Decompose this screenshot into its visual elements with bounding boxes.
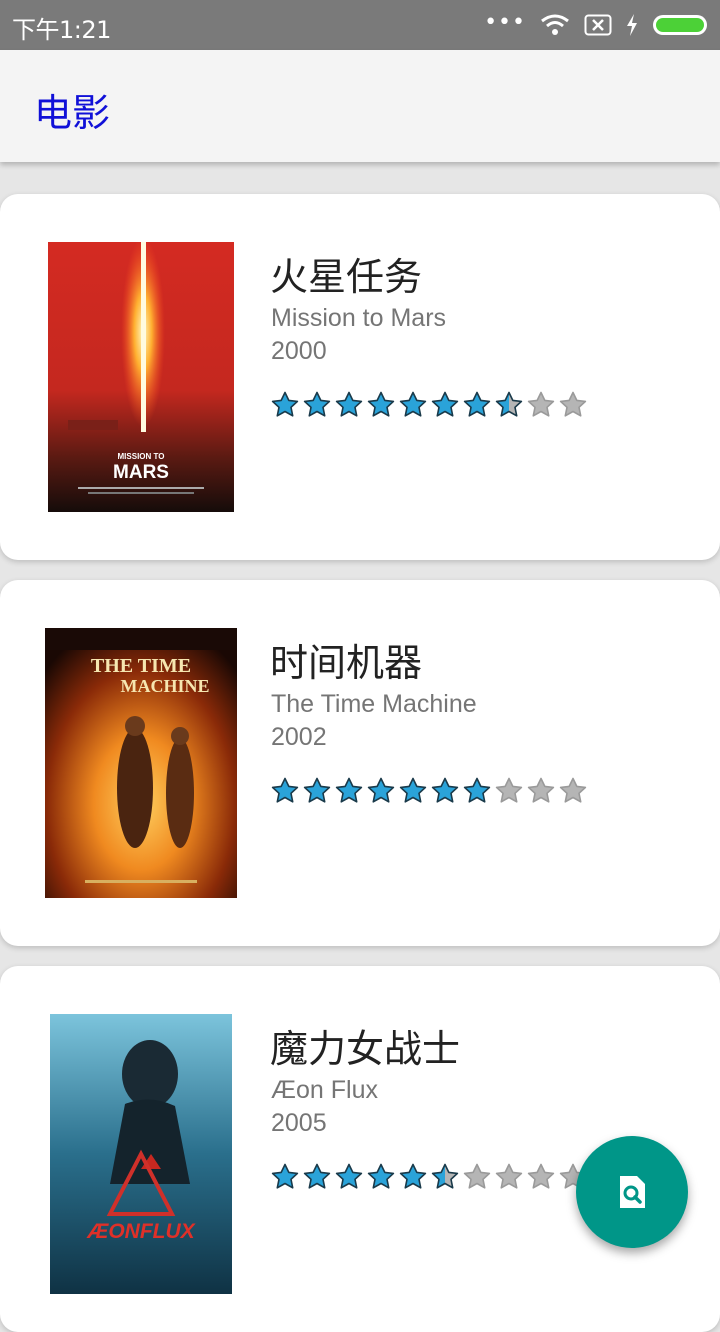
- status-time: 下午1:21: [12, 16, 111, 44]
- movie-original-title: Æon Flux: [271, 1076, 378, 1104]
- rating-stars: [270, 776, 590, 804]
- battery-icon: [653, 15, 707, 35]
- poster-caption: ÆONFLUX: [86, 1220, 196, 1243]
- star-icon: [335, 391, 363, 417]
- star-icon: [527, 391, 555, 417]
- movie-original-title: The Time Machine: [271, 690, 477, 718]
- status-icons: •••: [484, 10, 708, 40]
- sim-blocked-icon: [584, 14, 612, 36]
- star-icon: [271, 777, 299, 803]
- star-icon: [335, 777, 363, 803]
- star-icon: [399, 777, 427, 803]
- star-icon: [335, 1163, 363, 1189]
- movie-year: 2000: [271, 337, 327, 365]
- movie-poster: THE TIME MACHINE: [45, 628, 237, 898]
- star-icon: [463, 777, 491, 803]
- status-bar: 下午1:21 •••: [0, 0, 720, 50]
- star-icon: [303, 1163, 331, 1189]
- wifi-icon: [541, 14, 569, 35]
- star-icon: [559, 391, 587, 417]
- star-icon: [271, 391, 299, 417]
- movie-year: 2002: [271, 723, 327, 751]
- movie-title: 魔力女战士: [270, 1027, 461, 1071]
- star-icon: [495, 391, 523, 417]
- charging-icon: [627, 14, 637, 36]
- star-icon: [399, 391, 427, 417]
- movie-card[interactable]: THE TIME MACHINE 时间机器 The Time Machine 2…: [0, 580, 720, 946]
- star-icon: [303, 777, 331, 803]
- movie-title: 时间机器: [270, 641, 423, 685]
- rating-stars: [270, 390, 590, 418]
- movie-card[interactable]: MISSION TO MARS 火星任务 Mission to Mars 200…: [0, 194, 720, 560]
- movie-year: 2005: [271, 1109, 327, 1137]
- poster-caption: MARS: [113, 462, 169, 483]
- star-icon: [495, 777, 523, 803]
- star-icon: [431, 1163, 459, 1189]
- page-title: 电影: [34, 91, 111, 135]
- star-icon: [399, 1163, 427, 1189]
- movie-original-title: Mission to Mars: [271, 304, 447, 332]
- star-icon: [303, 391, 331, 417]
- star-icon: [367, 1163, 395, 1189]
- movie-poster: ÆONFLUX: [50, 1014, 232, 1294]
- star-icon: [367, 391, 395, 417]
- poster-caption: THE TIME: [91, 655, 191, 677]
- search-fab-button[interactable]: [576, 1136, 688, 1248]
- poster-caption: MACHINE: [121, 676, 210, 696]
- movie-title: 火星任务: [270, 255, 423, 299]
- more-dots-icon: •••: [484, 9, 526, 35]
- star-icon: [367, 777, 395, 803]
- rating-stars: [270, 1162, 590, 1190]
- star-icon: [463, 391, 491, 417]
- star-icon: [271, 1163, 299, 1189]
- star-icon: [431, 391, 459, 417]
- star-icon: [527, 1163, 555, 1189]
- movie-poster: MISSION TO MARS: [48, 242, 234, 512]
- star-icon: [463, 1163, 491, 1189]
- search-document-icon: [620, 1176, 645, 1208]
- star-icon: [527, 777, 555, 803]
- star-icon: [431, 777, 459, 803]
- app-bar: 电影: [0, 50, 720, 162]
- poster-caption: MISSION TO: [118, 452, 165, 461]
- star-icon: [559, 777, 587, 803]
- star-icon: [495, 1163, 523, 1189]
